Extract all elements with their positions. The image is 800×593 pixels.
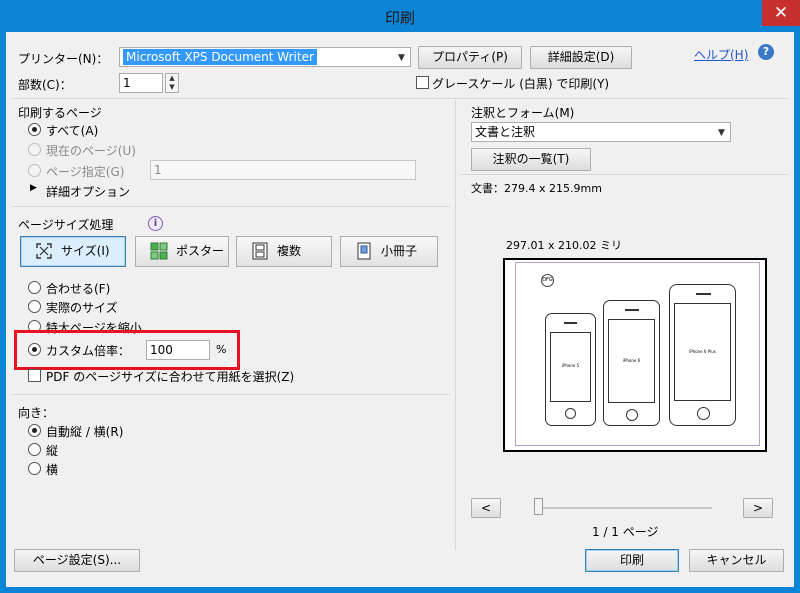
percent-label: % [216,343,227,356]
chevron-up-icon[interactable]: ▲ [166,74,178,83]
paper-by-pdf-checkbox[interactable] [28,369,41,382]
phone-2: iPhone 6 [603,300,660,426]
radio-page-range[interactable] [28,164,41,177]
help-link[interactable]: ヘルプ(H) [694,46,748,63]
multiple-icon [252,242,268,260]
pages-heading: 印刷するページ [18,106,102,120]
printer-label: プリンター(N)： [18,52,109,66]
tab-multiple[interactable]: 複数 [236,236,332,267]
advanced-button[interactable]: 詳細設定(D) [530,46,632,69]
tab-poster[interactable]: ポスター [135,236,229,267]
divider [12,394,450,395]
document-size: 文書：279.4 x 215.9mm [471,182,602,195]
info-icon[interactable]: i [148,216,163,231]
radio-fit[interactable] [28,281,41,294]
tab-multiple-label: 複数 [277,244,302,258]
landscape-label[interactable]: 横 [46,461,58,478]
phone-1-label: iPhone 5 [561,363,580,368]
page-badge: DFG [541,274,554,287]
next-page-button[interactable]: > [743,498,773,518]
fit-label[interactable]: 合わせる(F) [46,280,110,297]
current-page-label[interactable]: 現在のページ(U) [46,142,136,159]
phone-screen: iPhone 6 [608,319,655,403]
home-button-icon [697,407,710,420]
radio-all-pages[interactable] [28,123,41,136]
tab-size[interactable]: サイズ(I) [20,236,126,267]
resize-icon [36,243,52,259]
print-preview: DFG iPhone 5 iPhone 6 iPhone 6 Plus [503,258,767,452]
home-button-icon [565,408,576,419]
help-icon[interactable]: ? [758,44,774,60]
phone-3: iPhone 6 Plus [669,284,736,426]
page-range-input[interactable]: 1 [150,160,416,180]
radio-custom-scale[interactable] [28,343,41,356]
radio-portrait[interactable] [28,443,41,456]
poster-icon [150,242,168,260]
portrait-label[interactable]: 縦 [46,442,58,459]
phone-1: iPhone 5 [545,313,596,426]
custom-scale-label[interactable]: カスタム倍率： [46,342,130,359]
copies-label: 部数(C)： [18,78,72,92]
grayscale-checkbox[interactable] [416,76,429,89]
grayscale-label[interactable]: グレースケール (白黒) で印刷(Y) [432,75,609,92]
divider [12,98,788,99]
orientation-heading: 向き： [18,406,55,420]
auto-orientation-label[interactable]: 自動縦 / 横(R) [46,423,123,440]
page-range-label[interactable]: ページ指定(G) [46,163,124,180]
divider [455,100,456,550]
page-slider-thumb[interactable] [534,498,543,515]
window-title: 印刷 [384,9,415,27]
comments-select[interactable]: 文書と注釈 ▼ [471,122,731,142]
tab-size-label: サイズ(I) [61,244,110,258]
print-button[interactable]: 印刷 [585,549,679,572]
printer-selected-value: Microsoft XPS Document Writer [123,49,317,65]
properties-button[interactable]: プロパティ(P) [418,46,522,69]
divider [460,174,788,175]
custom-scale-input[interactable]: 100 [146,340,210,360]
radio-landscape[interactable] [28,462,41,475]
page-slider-track[interactable] [534,507,712,509]
all-pages-label[interactable]: すべて(A) [46,122,98,139]
comments-selected-value: 文書と注釈 [475,125,536,139]
speaker [625,309,639,311]
chevron-down-icon: ▼ [718,128,725,138]
phone-screen: iPhone 5 [550,332,591,402]
tab-booklet[interactable]: 小冊子 [340,236,438,267]
speaker [564,322,577,324]
paper-by-pdf-label[interactable]: PDF のページサイズに合わせて用紙を選択(Z) [46,368,294,385]
close-button[interactable]: ✕ [762,0,800,26]
radio-current-page[interactable] [28,143,41,156]
dialog-body: プリンター(N)： Microsoft XPS Document Writer … [6,32,794,587]
more-options-link[interactable]: 詳細オプション [46,183,130,200]
radio-auto-orientation[interactable] [28,424,41,437]
actual-size-label[interactable]: 実際のサイズ [46,299,118,316]
speaker [696,293,711,295]
previous-page-button[interactable]: < [471,498,501,518]
page-setup-button[interactable]: ページ設定(S)... [14,549,140,572]
summarize-comments-button[interactable]: 注釈の一覧(T) [471,148,591,171]
title-bar[interactable]: 印刷 ✕ [0,0,800,32]
radio-actual-size[interactable] [28,300,41,313]
cancel-button[interactable]: キャンセル [689,549,784,572]
phone-3-label: iPhone 6 Plus [689,349,716,354]
copies-input[interactable]: 1 [119,73,163,93]
printer-select[interactable]: Microsoft XPS Document Writer ▼ [119,47,411,67]
sizing-heading: ページサイズ処理 [18,218,114,232]
booklet-icon [357,242,371,260]
print-dialog: 印刷 ✕ プリンター(N)： Microsoft XPS Document Wr… [0,0,800,593]
page-info: 1 / 1 ページ [592,525,659,539]
sheet-size: 297.01 x 210.02 ミリ [506,239,622,252]
chevron-down-icon: ▼ [398,53,405,63]
phone-screen: iPhone 6 Plus [674,303,731,401]
chevron-down-icon[interactable]: ▼ [166,83,178,92]
tab-booklet-label: 小冊子 [381,244,418,258]
divider [12,206,450,207]
copies-stepper[interactable]: ▲ ▼ [165,73,179,93]
phone-2-label: iPhone 6 [622,358,641,363]
home-button-icon [626,409,638,421]
tab-poster-label: ポスター [176,244,225,258]
comments-heading: 注釈とフォーム(M) [471,106,575,120]
triangle-right-icon[interactable]: ▶ [30,183,37,193]
